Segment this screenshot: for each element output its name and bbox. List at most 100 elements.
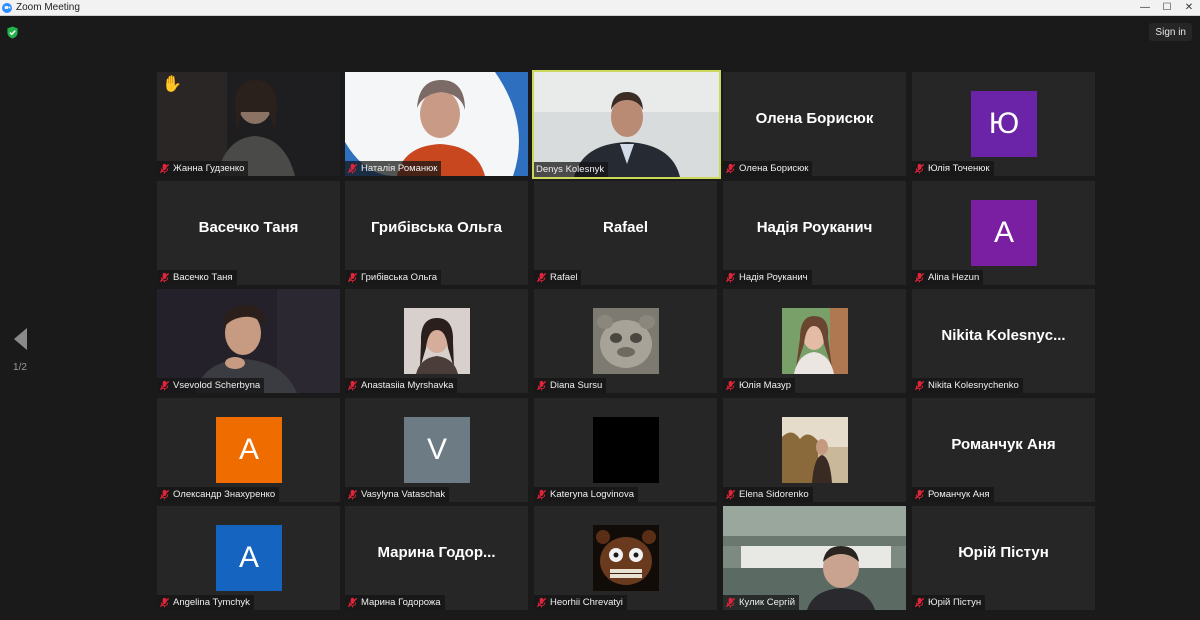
participant-name-bar: Alina Hezun — [912, 270, 984, 285]
muted-mic-icon — [347, 272, 358, 283]
muted-mic-icon — [536, 489, 547, 500]
participant-display-name: Юрій Пістун — [958, 544, 1049, 561]
participant-tile[interactable]: Vsevolod Scherbyna — [157, 289, 340, 393]
sign-in-label: Sign in — [1155, 26, 1186, 38]
muted-mic-icon — [725, 163, 736, 174]
participant-tile[interactable]: Юлія Мазур — [723, 289, 906, 393]
participant-tile[interactable]: A Олександр Знахуренко — [157, 398, 340, 502]
participant-tile[interactable]: Марина Годор... Марина Годорожа — [345, 506, 528, 610]
participant-name: Vasylyna Vataschak — [361, 489, 446, 500]
participant-tile[interactable]: Наталія Романюк — [345, 72, 528, 176]
participant-name: Diana Sursu — [550, 380, 603, 391]
participant-name-bar: Elena Sidorenko — [723, 487, 813, 502]
muted-mic-icon — [536, 272, 547, 283]
participant-name-bar: Грибівська Ольга — [345, 270, 441, 285]
participant-name-bar: Жанна Гудзенко — [157, 161, 249, 176]
participant-name-bar: Nikita Kolesnychenko — [912, 378, 1023, 393]
participant-profile-photo — [593, 417, 659, 483]
muted-mic-icon — [914, 597, 925, 608]
participant-avatar: A — [216, 525, 282, 591]
participant-name: Жанна Гудзенко — [173, 163, 245, 174]
participant-name: Марина Годорожа — [361, 597, 441, 608]
participant-avatar: V — [404, 417, 470, 483]
participant-profile-photo — [404, 308, 470, 374]
previous-page-arrow-icon[interactable] — [13, 328, 27, 350]
sign-in-button[interactable]: Sign in — [1149, 23, 1192, 41]
maximize-icon[interactable]: ☐ — [1156, 0, 1178, 16]
muted-mic-icon — [725, 597, 736, 608]
participant-name-bar: Романчук Аня — [912, 487, 994, 502]
participant-name: Юлія Мазур — [739, 380, 791, 391]
raised-hand-icon: ✋ — [162, 76, 182, 93]
muted-mic-icon — [347, 380, 358, 391]
participant-tile[interactable]: Rafael Rafael — [534, 181, 717, 285]
participant-name: Kateryna Logvinova — [550, 489, 634, 500]
participant-tile[interactable]: Ю Юлія Точенюк — [912, 72, 1095, 176]
participant-tile[interactable]: Elena Sidorenko — [723, 398, 906, 502]
encryption-shield-icon[interactable] — [6, 26, 19, 39]
close-icon[interactable]: ✕ — [1178, 0, 1200, 16]
participant-name: Романчук Аня — [928, 489, 990, 500]
participant-tile[interactable]: A Alina Hezun — [912, 181, 1095, 285]
participant-avatar: A — [216, 417, 282, 483]
participant-display-name: Романчук Аня — [951, 436, 1056, 453]
zoom-logo-icon — [2, 2, 12, 13]
participant-display-name: Олена Борисюк — [755, 110, 874, 127]
participant-name-bar: Олена Борисюк — [723, 161, 813, 176]
muted-mic-icon — [725, 489, 736, 500]
participant-name: Anastasiia Myrshavka — [361, 380, 454, 391]
participant-name-bar: Олександр Знахуренко — [157, 487, 280, 502]
participant-display-name: Надія Роуканич — [756, 219, 873, 236]
participant-tile[interactable]: Diana Sursu — [534, 289, 717, 393]
participant-name-bar: Anastasiia Myrshavka — [345, 378, 458, 393]
participant-name-bar: Rafael — [534, 270, 582, 285]
muted-mic-icon — [914, 380, 925, 391]
participant-name: Nikita Kolesnychenko — [928, 380, 1019, 391]
page-indicator: 1/2 — [13, 362, 27, 373]
participant-tile[interactable]: Heorhii Chrevatyi — [534, 506, 717, 610]
muted-mic-icon — [347, 489, 358, 500]
muted-mic-icon — [536, 597, 547, 608]
participant-tile[interactable]: Nikita Kolesnyc... Nikita Kolesnychenko — [912, 289, 1095, 393]
window-controls: — ☐ ✕ — [1134, 0, 1200, 16]
participant-name: Heorhii Chrevatyi — [550, 597, 623, 608]
participant-name: Кулик Сергій — [739, 597, 796, 608]
participant-tile[interactable]: Надія Роуканич Надія Роуканич — [723, 181, 906, 285]
participant-name-bar: Heorhii Chrevatyi — [534, 595, 627, 610]
participant-name-bar: Vasylyna Vataschak — [345, 487, 450, 502]
participant-tile[interactable]: Грибівська Ольга Грибівська Ольга — [345, 181, 528, 285]
participant-name: Надія Роуканич — [739, 272, 808, 283]
participant-avatar: Ю — [971, 91, 1037, 157]
participant-tile[interactable]: Васечко Таня Васечко Таня — [157, 181, 340, 285]
muted-mic-icon — [536, 380, 547, 391]
participant-tile[interactable]: ✋ Жанна Гудзенко — [157, 72, 340, 176]
muted-mic-icon — [914, 272, 925, 283]
participant-tile[interactable]: A Angelina Tymchyk — [157, 506, 340, 610]
participant-name-bar: Diana Sursu — [534, 378, 607, 393]
participant-tile[interactable]: Юрій Пістун Юрій Пістун — [912, 506, 1095, 610]
participant-tile-active-speaker[interactable]: Denys Kolesnyk — [532, 70, 721, 179]
gallery-pager: 1/2 — [8, 328, 32, 373]
participant-name: Alina Hezun — [928, 272, 980, 283]
participant-tile[interactable]: Kateryna Logvinova — [534, 398, 717, 502]
participant-name: Denys Kolesnyk — [536, 164, 605, 175]
participant-tile[interactable]: V Vasylyna Vataschak — [345, 398, 528, 502]
participant-name: Олена Борисюк — [739, 163, 809, 174]
minimize-icon[interactable]: — — [1134, 0, 1156, 16]
participant-profile-photo — [593, 308, 659, 374]
window-titlebar: Zoom Meeting — ☐ ✕ — [0, 0, 1200, 16]
muted-mic-icon — [159, 489, 170, 500]
participant-name: Elena Sidorenko — [739, 489, 809, 500]
participant-tile[interactable]: Anastasiia Myrshavka — [345, 289, 528, 393]
participant-name-bar: Надія Роуканич — [723, 270, 812, 285]
muted-mic-icon — [725, 272, 736, 283]
participant-name: Vsevolod Scherbyna — [173, 380, 261, 391]
participant-avatar: A — [971, 200, 1037, 266]
participant-display-name: Грибівська Ольга — [371, 219, 502, 236]
participant-tile[interactable]: Романчук Аня Романчук Аня — [912, 398, 1095, 502]
participant-name: Олександр Знахуренко — [173, 489, 276, 500]
participant-name-bar: Кулик Сергій — [723, 595, 800, 610]
participant-tile[interactable]: Кулик Сергій — [723, 506, 906, 610]
participant-tile[interactable]: Олена Борисюк Олена Борисюк — [723, 72, 906, 176]
participant-profile-photo — [593, 525, 659, 591]
